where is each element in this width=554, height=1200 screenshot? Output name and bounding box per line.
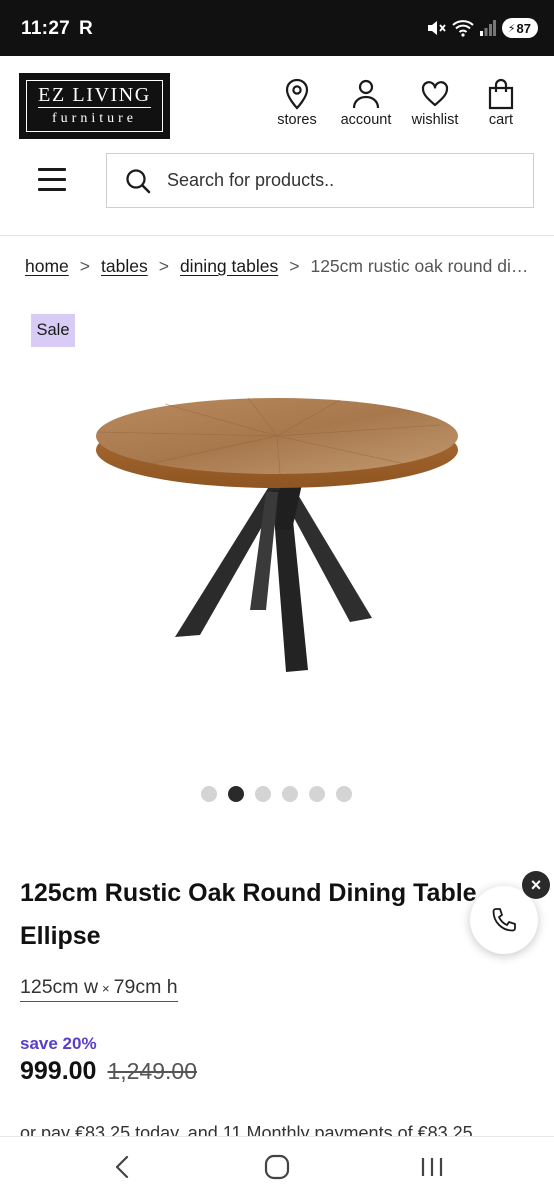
image-carousel-dots — [201, 786, 352, 802]
logo-wordmark: EZ LIVING — [38, 84, 151, 108]
close-call-button[interactable]: × — [522, 871, 550, 899]
discount-label: save 20% — [20, 1034, 97, 1053]
search-bar[interactable] — [106, 153, 534, 208]
dimension-height: 79cm h — [113, 976, 178, 998]
breadcrumb: home > tables > dining tables > 125cm ru… — [25, 256, 535, 277]
breadcrumb-separator: > — [158, 256, 169, 276]
original-price: 1,249.00 — [107, 1058, 197, 1084]
carousel-dot[interactable] — [255, 786, 271, 802]
breadcrumb-home[interactable]: home — [25, 256, 69, 277]
product-title: 125cm Rustic Oak Round Dining Table - — [20, 879, 490, 907]
nav-wishlist-label: wishlist — [411, 112, 459, 128]
home-icon[interactable] — [263, 1153, 291, 1181]
recent-apps-icon[interactable] — [419, 1153, 445, 1181]
nav-cart-label: cart — [488, 112, 514, 128]
battery-level: 87 — [516, 20, 531, 36]
hamburger-menu-button[interactable] — [36, 166, 68, 194]
current-price: 999.00 — [20, 1057, 97, 1085]
product-title-line2: Ellipse — [20, 922, 101, 950]
phone-icon — [492, 908, 516, 932]
carousel-dot[interactable] — [282, 786, 298, 802]
status-icons: ⚡ 87 — [426, 18, 538, 38]
battery-indicator: ⚡ 87 — [501, 18, 538, 38]
breadcrumb-current: 125cm rustic oak round dining table - el… — [310, 256, 535, 276]
close-icon: × — [530, 874, 542, 895]
price-row: 999.00 1,249.00 — [20, 1057, 197, 1086]
heart-icon — [421, 81, 449, 107]
system-nav-bar — [0, 1136, 554, 1200]
nav-stores-label: stores — [277, 112, 317, 128]
user-icon — [352, 79, 380, 109]
wifi-icon — [452, 20, 474, 37]
battery-bolt-icon: ⚡ — [507, 22, 516, 35]
header-nav: stores account wishlist cart — [266, 78, 538, 134]
shopping-bag-icon — [488, 78, 514, 110]
nav-account-label: account — [340, 112, 392, 128]
hamburger-line — [38, 168, 66, 171]
hamburger-line — [38, 188, 66, 191]
nav-stores[interactable]: stores — [262, 78, 332, 128]
dimension-width: 125cm w — [20, 976, 99, 998]
search-input[interactable] — [167, 154, 527, 207]
search-icon — [126, 169, 151, 194]
signal-icon — [479, 20, 496, 36]
sale-badge: Sale — [31, 314, 75, 347]
status-time: 11:27 — [21, 18, 71, 39]
logo-frame: EZ LIVING furniture — [26, 80, 163, 132]
dimension-separator: × — [102, 981, 110, 996]
carousel-dot-active[interactable] — [228, 786, 244, 802]
nav-account[interactable]: account — [331, 78, 401, 128]
breadcrumb-separator: > — [79, 256, 91, 276]
hamburger-line — [38, 178, 66, 181]
carousel-dot[interactable] — [201, 786, 217, 802]
carousel-dot[interactable] — [309, 786, 325, 802]
product-dimensions[interactable]: 125cm w × 79cm h — [20, 976, 178, 1002]
status-indicator: R — [79, 18, 93, 39]
product-image[interactable] — [80, 380, 480, 690]
nav-cart[interactable]: cart — [466, 78, 536, 128]
logo-subtitle: furniture — [52, 111, 137, 126]
mute-icon — [427, 21, 446, 35]
breadcrumb-tables[interactable]: tables — [101, 256, 148, 277]
site-header: EZ LIVING furniture stores account wishl… — [0, 56, 554, 236]
site-logo[interactable]: EZ LIVING furniture — [19, 73, 170, 139]
carousel-dot[interactable] — [336, 786, 352, 802]
breadcrumb-dining-tables[interactable]: dining tables — [180, 256, 278, 277]
table-legs — [175, 484, 372, 672]
nav-wishlist[interactable]: wishlist — [400, 78, 470, 128]
status-bar: 11:27 R ⚡ 87 — [0, 0, 554, 56]
back-icon[interactable] — [112, 1153, 132, 1181]
breadcrumb-separator: > — [289, 256, 300, 276]
location-pin-icon — [285, 78, 309, 110]
